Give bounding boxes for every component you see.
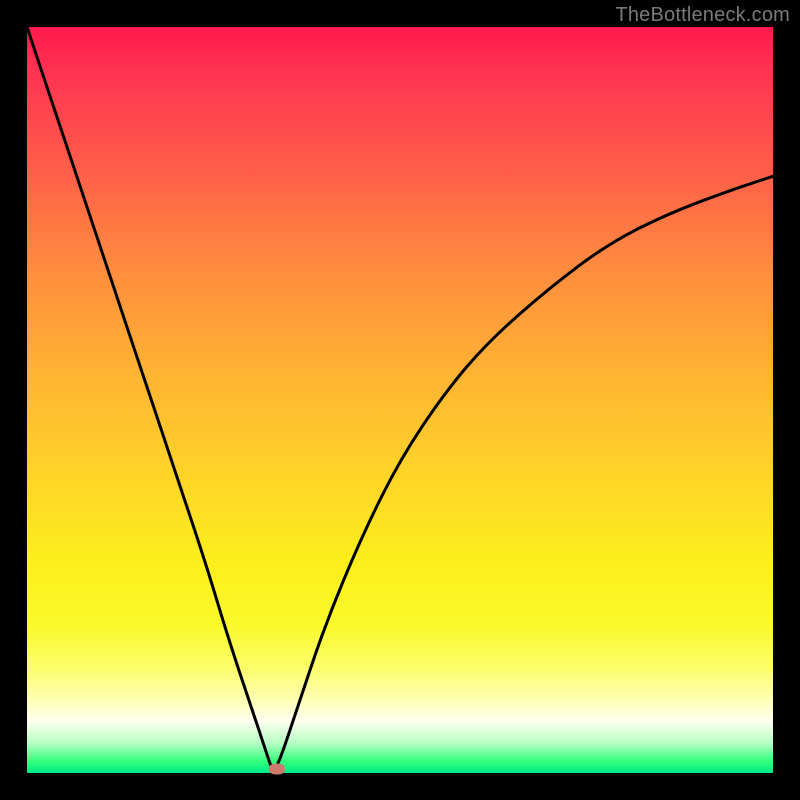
- plot-area: [27, 27, 773, 773]
- chart-frame: TheBottleneck.com: [0, 0, 800, 800]
- bottleneck-curve: [27, 27, 773, 773]
- watermark-text: TheBottleneck.com: [615, 4, 790, 27]
- optimal-point-marker: [269, 763, 285, 774]
